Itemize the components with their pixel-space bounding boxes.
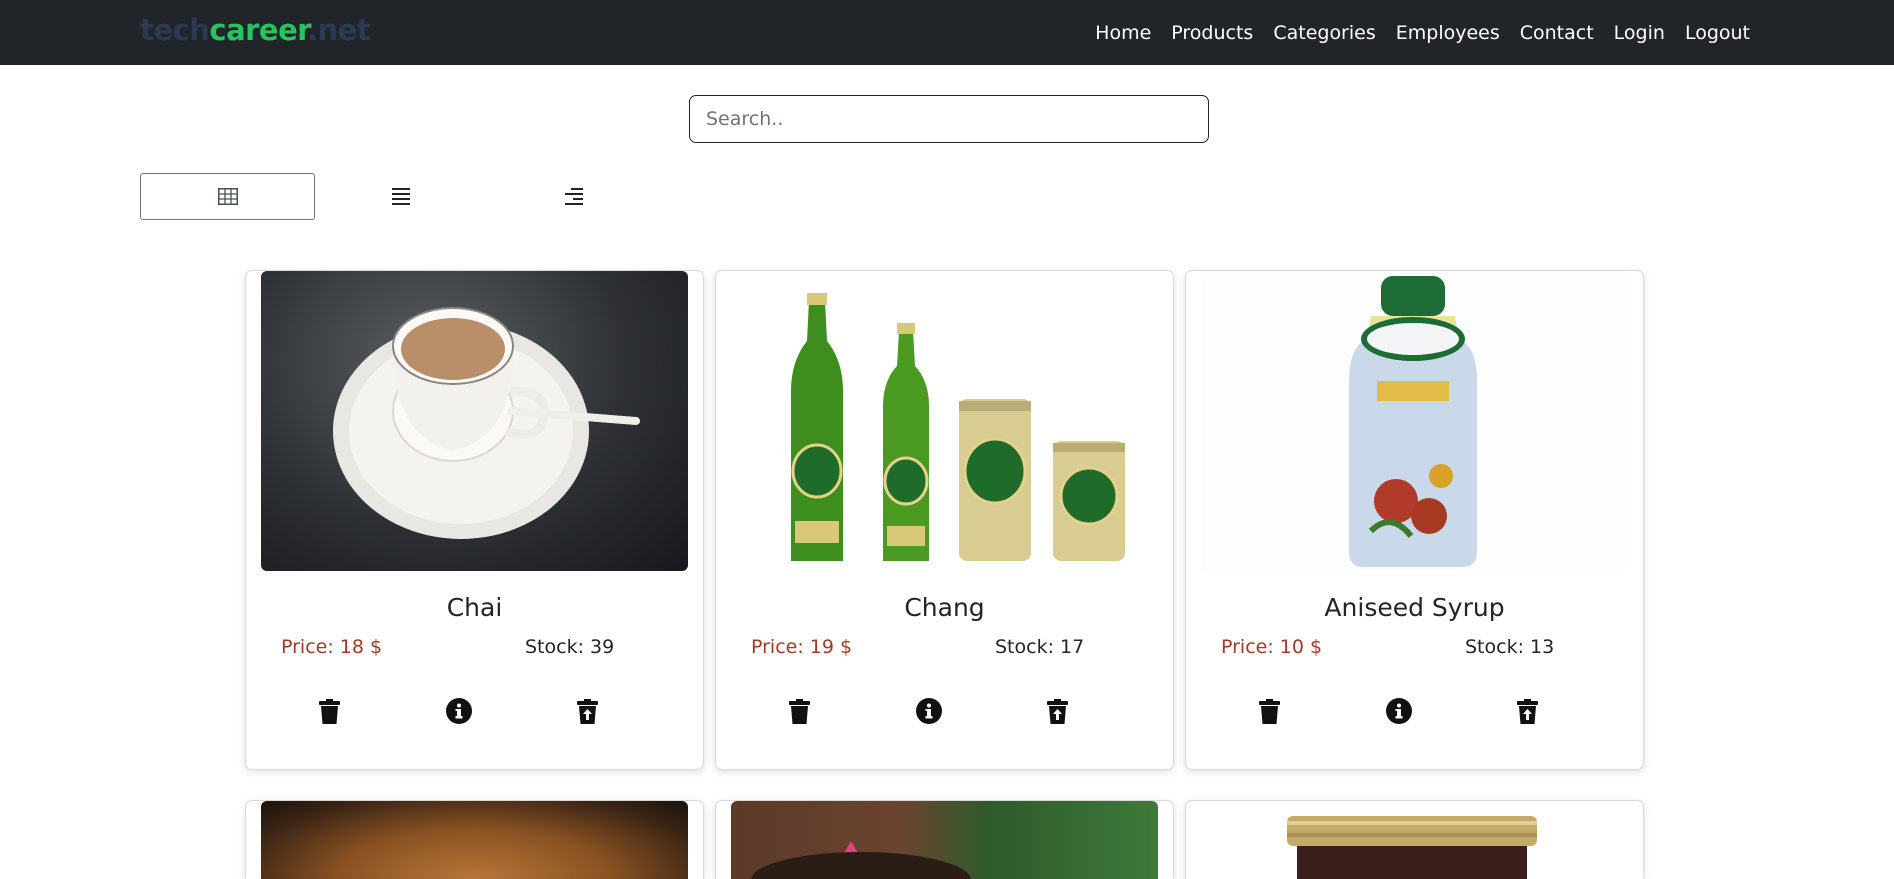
delete-button[interactable] bbox=[784, 696, 814, 726]
spice-image bbox=[261, 801, 688, 879]
trash-arrow-up-icon bbox=[576, 698, 598, 724]
trash-arrow-up-icon bbox=[1046, 698, 1068, 724]
details-button[interactable] bbox=[444, 696, 474, 726]
product-card bbox=[715, 800, 1174, 879]
align-right-icon bbox=[564, 188, 583, 205]
product-card: Aniseed Syrup Price: 10 $ Stock: 13 bbox=[1185, 270, 1644, 770]
delete-button[interactable] bbox=[314, 696, 344, 726]
product-card bbox=[1185, 800, 1644, 879]
brand-part-net: .net bbox=[306, 13, 371, 47]
nav-home[interactable]: Home bbox=[1095, 22, 1151, 44]
product-card: Chang Price: 19 $ Stock: 17 bbox=[715, 270, 1174, 770]
list-view-button[interactable] bbox=[313, 173, 488, 220]
info-icon bbox=[916, 698, 942, 724]
trash-icon bbox=[788, 698, 810, 724]
navbar: techcareer.net Home Products Categories … bbox=[0, 0, 1894, 65]
product-price: Price: 10 $ bbox=[1221, 636, 1323, 658]
search-input[interactable] bbox=[689, 95, 1209, 143]
product-price: Price: 19 $ bbox=[751, 636, 853, 658]
nav-categories[interactable]: Categories bbox=[1273, 22, 1375, 44]
restore-button[interactable] bbox=[1042, 696, 1072, 726]
nav-login[interactable]: Login bbox=[1614, 22, 1665, 44]
product-stock: Stock: 39 bbox=[525, 636, 615, 658]
product-price: Price: 18 $ bbox=[281, 636, 383, 658]
restore-button[interactable] bbox=[1512, 696, 1542, 726]
jar-image bbox=[1201, 801, 1628, 879]
nav-contact[interactable]: Contact bbox=[1520, 22, 1594, 44]
grid-icon bbox=[217, 188, 238, 205]
trash-arrow-up-icon bbox=[1516, 698, 1538, 724]
beer-bottles-image bbox=[731, 271, 1158, 571]
product-card bbox=[245, 800, 704, 879]
product-stock: Stock: 17 bbox=[995, 636, 1085, 658]
brand-part-career: career bbox=[209, 13, 307, 47]
product-card: Chai Price: 18 $ Stock: 39 bbox=[245, 270, 704, 770]
details-button[interactable] bbox=[1384, 696, 1414, 726]
brand-part-tech: tech bbox=[140, 13, 210, 47]
list-icon bbox=[391, 188, 410, 205]
rice-dish-image bbox=[731, 801, 1158, 879]
nav-employees[interactable]: Employees bbox=[1396, 22, 1500, 44]
tea-cup-image bbox=[261, 271, 688, 571]
grid-view-button[interactable] bbox=[140, 173, 315, 220]
trash-icon bbox=[1258, 698, 1280, 724]
delete-button[interactable] bbox=[1254, 696, 1284, 726]
product-stock: Stock: 13 bbox=[1465, 636, 1555, 658]
brand-logo[interactable]: techcareer.net bbox=[140, 13, 371, 47]
details-button[interactable] bbox=[914, 696, 944, 726]
product-name: Aniseed Syrup bbox=[1324, 593, 1505, 622]
nav-products[interactable]: Products bbox=[1171, 22, 1253, 44]
restore-button[interactable] bbox=[572, 696, 602, 726]
product-name: Chang bbox=[904, 593, 985, 622]
align-right-view-button[interactable] bbox=[486, 173, 661, 220]
syrup-bottle-image bbox=[1201, 271, 1628, 571]
trash-icon bbox=[318, 698, 340, 724]
info-icon bbox=[446, 698, 472, 724]
info-icon bbox=[1386, 698, 1412, 724]
product-name: Chai bbox=[446, 593, 503, 622]
nav-logout[interactable]: Logout bbox=[1685, 22, 1750, 44]
nav-links: Home Products Categories Employees Conta… bbox=[1095, 0, 1750, 65]
